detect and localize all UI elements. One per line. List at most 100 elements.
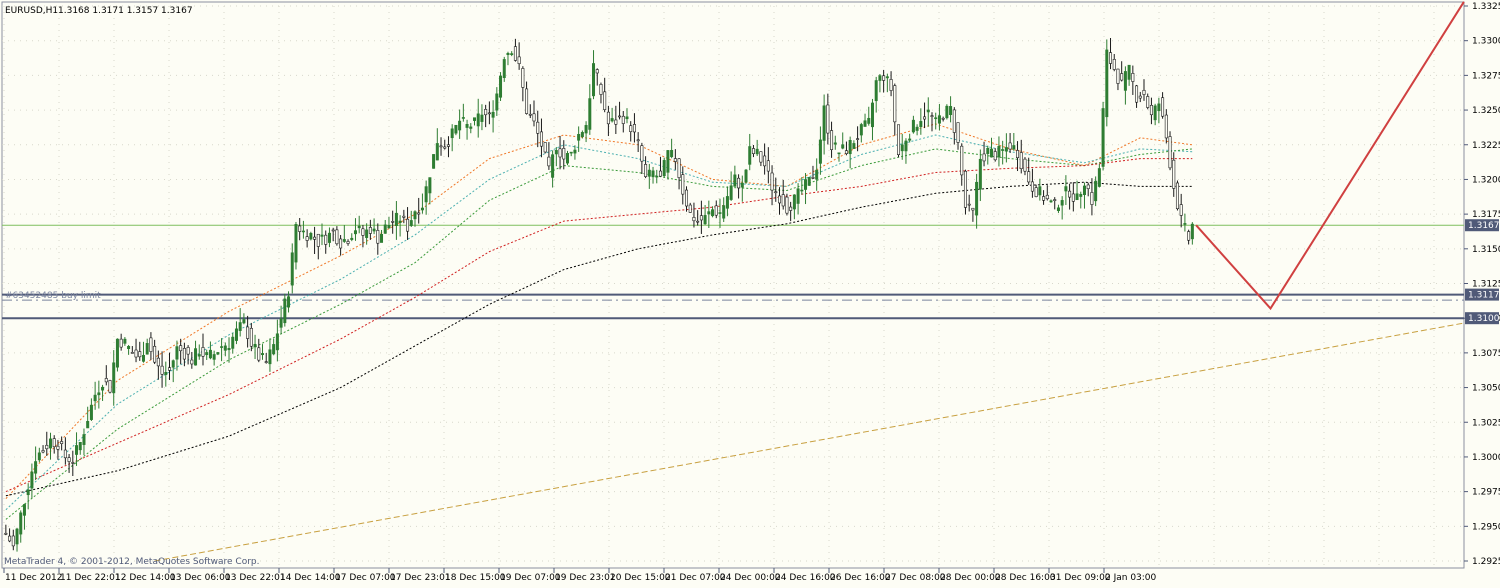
candle-body <box>677 158 681 178</box>
candle-body <box>863 120 867 127</box>
candle-body <box>402 215 406 218</box>
candle-body <box>963 170 967 208</box>
candle-body <box>1168 136 1172 169</box>
candle-body <box>458 120 462 131</box>
chart-window[interactable]: 1.3325 1.3300 1.3275 1.3250 1.3225 1.3200 1.31… <box>0 0 1500 584</box>
candle-body <box>145 343 149 355</box>
candle-body <box>4 532 8 535</box>
candle-body <box>160 365 164 375</box>
candle-body <box>1135 85 1139 103</box>
candle-body <box>15 528 19 545</box>
y-tick-label: 1.3025 <box>1472 418 1500 428</box>
candle-body <box>1004 147 1008 152</box>
candle-body <box>956 122 960 143</box>
candle-body <box>937 115 941 124</box>
candle-body <box>8 535 12 542</box>
candle-body <box>1138 95 1142 99</box>
candle-body <box>993 151 997 161</box>
candle-body <box>904 140 908 152</box>
candle-body <box>1075 193 1079 201</box>
candle-body <box>335 229 339 245</box>
x-tick-label: 14 Dec 14:00 <box>280 573 341 583</box>
candle-body <box>711 209 715 217</box>
x-tick-label: 20 Dec 15:00 <box>610 573 671 583</box>
candle-body <box>190 359 194 365</box>
candle-body <box>997 146 1001 158</box>
candle-body <box>763 155 767 167</box>
candle-body <box>577 133 581 141</box>
candle-body <box>606 111 610 125</box>
candle-body <box>223 345 227 351</box>
candle-body <box>1064 186 1068 192</box>
candle-body <box>658 170 662 177</box>
candle-body <box>115 338 119 368</box>
candle-body <box>316 233 320 247</box>
candle-body <box>573 149 577 154</box>
candle-body <box>298 225 302 232</box>
candle-body <box>502 59 506 78</box>
candle-body <box>759 151 763 163</box>
candle-body <box>744 169 748 183</box>
candle-body <box>75 445 79 455</box>
x-tick-label: 2 Jan 03:00 <box>1105 573 1157 583</box>
candle-body <box>365 229 369 238</box>
candle-body <box>569 151 573 154</box>
candle-body <box>290 252 294 286</box>
candle-body <box>450 128 454 139</box>
candle-body <box>1157 103 1161 112</box>
candle-body <box>138 351 142 358</box>
price-chart[interactable]: 1.3325 1.3300 1.3275 1.3250 1.3225 1.3200 1.31… <box>0 0 1500 584</box>
candle-body <box>975 181 979 216</box>
candle-body <box>874 80 878 102</box>
candle-body <box>777 195 781 204</box>
y-tick-label: 1.3000 <box>1472 453 1500 463</box>
x-tick-label: 28 Dec 00:00 <box>940 573 1001 583</box>
chart-symbol: EURUSD,H1 <box>5 6 58 16</box>
candle-body <box>37 452 41 461</box>
candle-body <box>179 345 183 352</box>
candle-body <box>1161 97 1165 117</box>
candle-body <box>614 119 618 125</box>
candle-body <box>625 116 629 120</box>
candle-body <box>1175 182 1179 210</box>
candle-body <box>216 352 220 355</box>
candle-body <box>748 146 752 165</box>
x-tick-label: 13 Dec 06:00 <box>170 573 231 583</box>
order-label[interactable]: #63452485 buy limit <box>5 291 101 301</box>
candle-body <box>231 336 235 349</box>
candle-body <box>1053 199 1057 201</box>
candle-body <box>272 344 276 355</box>
candle-body <box>376 230 380 244</box>
candle-body <box>826 104 830 134</box>
support-tag: 1.3100 <box>1468 314 1500 324</box>
candle-body <box>599 84 603 95</box>
candle-body <box>558 148 562 158</box>
candle-body <box>1109 52 1113 64</box>
candle-body <box>153 345 157 363</box>
candle-body <box>357 225 361 229</box>
candle-body <box>249 327 253 347</box>
candle-body <box>406 218 410 232</box>
candle-body <box>398 220 402 223</box>
candle-body <box>636 139 640 142</box>
candle-body <box>495 93 499 111</box>
candle-body <box>476 113 480 127</box>
candle-body <box>171 360 175 368</box>
candle-body <box>168 367 172 371</box>
candle-body <box>1068 190 1072 198</box>
candle-body <box>740 182 744 188</box>
y-tick-label: 1.3050 <box>1472 384 1500 394</box>
candle-body <box>632 124 636 133</box>
x-tick-label: 17 Dec 23:01 <box>390 573 451 583</box>
y-tick-label: 1.3325 <box>1472 2 1500 12</box>
x-tick-label: 13 Dec 22:01 <box>225 573 286 583</box>
candle-body <box>194 348 198 366</box>
candle-body <box>182 348 186 360</box>
candle-body <box>1008 142 1012 150</box>
candle-body <box>1086 184 1090 190</box>
current-price-tag: 1.3167 <box>1468 221 1500 231</box>
candle-body <box>685 189 689 207</box>
x-tick-label: 11 Dec 2012 <box>5 573 63 583</box>
candle-body <box>197 354 201 357</box>
candle-body <box>1027 171 1031 183</box>
